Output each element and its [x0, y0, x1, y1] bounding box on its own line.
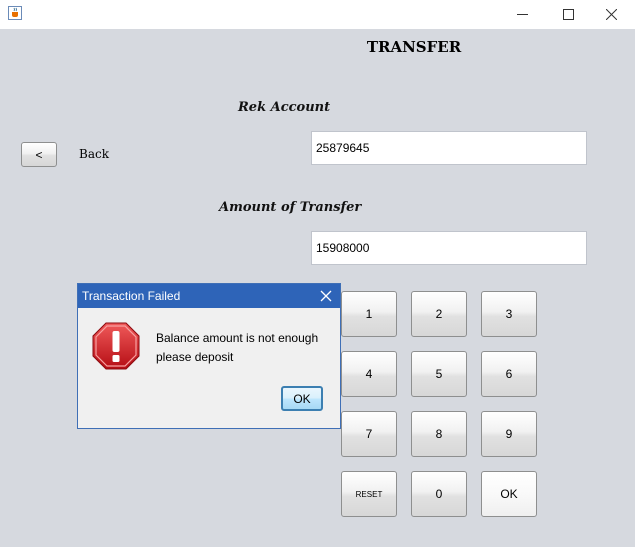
key-5-button[interactable]: 5 [411, 351, 467, 397]
page-title: TRANSFER [366, 38, 462, 56]
error-icon [92, 322, 140, 370]
key-7-button[interactable]: 7 [341, 411, 397, 457]
key-4-button[interactable]: 4 [341, 351, 397, 397]
reset-button[interactable]: RESET [341, 471, 397, 517]
key-2-button[interactable]: 2 [411, 291, 467, 337]
amount-field[interactable]: 15908000 [311, 231, 587, 265]
account-field[interactable]: 25879645 [311, 131, 587, 165]
transaction-failed-dialog: Transaction Failed Balance amount is not… [77, 283, 341, 429]
dialog-titlebar: Transaction Failed [78, 284, 340, 308]
account-label: Rek Account [238, 100, 331, 115]
maximize-icon [563, 9, 574, 20]
close-window-button[interactable] [589, 0, 635, 29]
maximize-button[interactable] [546, 0, 592, 29]
key-8-button[interactable]: 8 [411, 411, 467, 457]
window-titlebar [0, 0, 635, 29]
dialog-message-line2: please deposit [156, 350, 234, 364]
java-cup-icon [8, 6, 22, 20]
minimize-button[interactable] [500, 0, 546, 29]
key-3-button[interactable]: 3 [481, 291, 537, 337]
minimize-icon [517, 14, 528, 15]
close-icon [606, 9, 617, 20]
back-label: Back [79, 147, 109, 161]
key-0-button[interactable]: 0 [411, 471, 467, 517]
keypad-ok-button[interactable]: OK [481, 471, 537, 517]
dialog-title: Transaction Failed [82, 289, 181, 303]
dialog-message-line1: Balance amount is not enough [156, 331, 319, 345]
amount-label: Amount of Transfer [219, 200, 362, 215]
key-9-button[interactable]: 9 [481, 411, 537, 457]
key-6-button[interactable]: 6 [481, 351, 537, 397]
key-1-button[interactable]: 1 [341, 291, 397, 337]
back-button[interactable]: < [21, 142, 57, 167]
close-icon[interactable] [320, 290, 332, 302]
dialog-ok-button[interactable]: OK [281, 386, 323, 411]
